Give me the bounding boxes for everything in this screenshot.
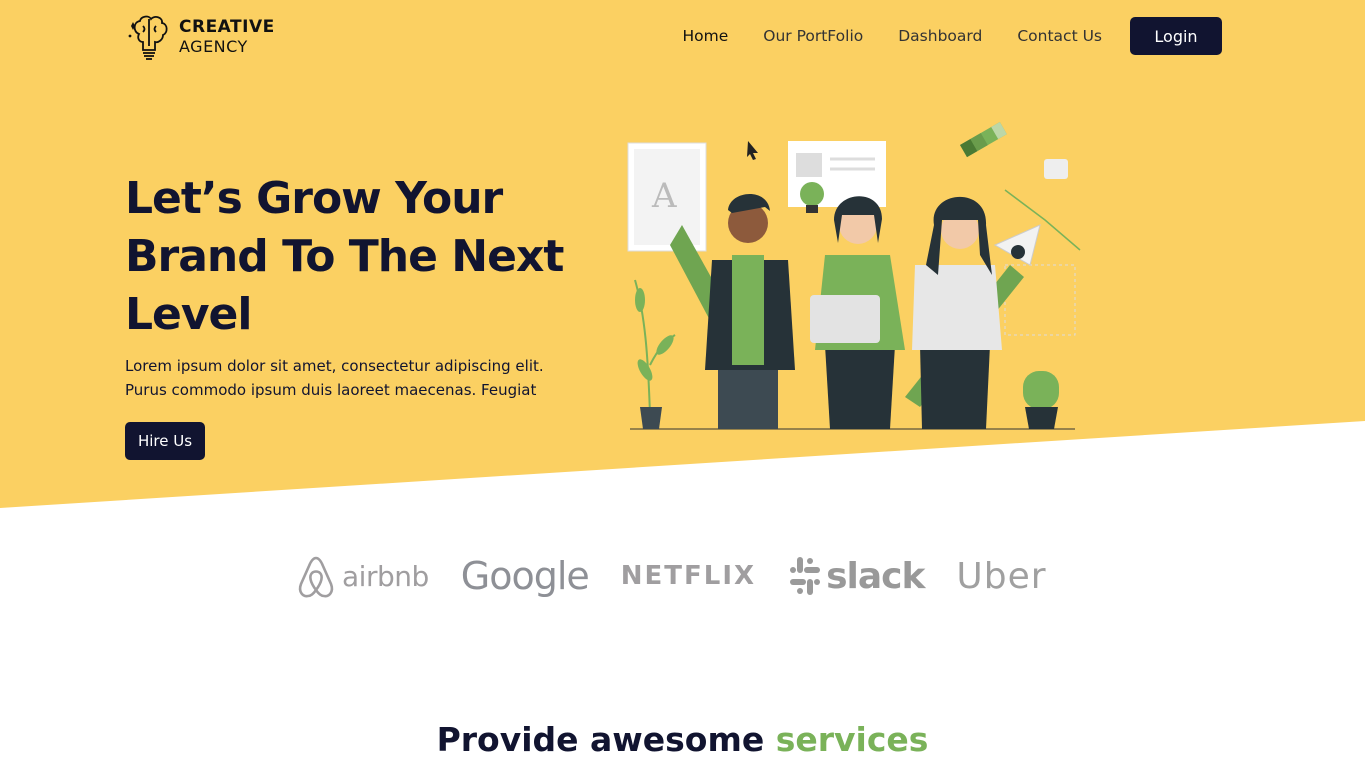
- hero-description: Lorem ipsum dolor sit amet, consectetur …: [125, 357, 544, 399]
- services-heading: Provide awesome services: [0, 720, 1365, 759]
- brand-airbnb-text: airbnb: [342, 559, 429, 593]
- brand-netflix: NETFLIX: [621, 561, 756, 591]
- logo[interactable]: CREATIVE AGENCY: [127, 12, 275, 62]
- brand-slack: slack: [788, 553, 925, 599]
- main-nav: Home Our PortFolio Dashboard Contact Us …: [682, 17, 1222, 55]
- hire-us-button[interactable]: Hire Us: [125, 422, 205, 460]
- color-swatch-icon: [960, 122, 1007, 158]
- thumbs-up-icon: [1044, 159, 1068, 179]
- brand-airbnb: airbnb: [296, 552, 429, 600]
- login-button[interactable]: Login: [1130, 17, 1222, 55]
- nav-contact[interactable]: Contact Us: [1017, 27, 1102, 45]
- nav-dashboard[interactable]: Dashboard: [898, 27, 982, 45]
- airbnb-logo-icon: [298, 556, 334, 598]
- cursor-icon: [747, 141, 758, 160]
- logo-text-agency: AGENCY: [179, 37, 248, 56]
- lightbulb-icon: [800, 182, 824, 206]
- brand-google: Google: [460, 554, 590, 598]
- services-heading-main: Provide awesome: [436, 720, 776, 759]
- brand-slack-text: slack: [826, 555, 925, 597]
- slack-logo-icon: [790, 557, 821, 595]
- brand-uber: Uber: [956, 556, 1046, 597]
- nav-home[interactable]: Home: [682, 27, 728, 45]
- logo-text-creative: CREATIVE: [179, 17, 275, 37]
- hero-illustration: A: [627, 122, 1081, 430]
- hero-title: Let’s Grow Your Brand To The Next Level: [125, 173, 564, 340]
- services-heading-accent: services: [775, 720, 929, 759]
- brand-uber-text: Uber: [956, 555, 1047, 597]
- nav-portfolio[interactable]: Our PortFolio: [763, 27, 863, 45]
- brand-logos: airbnb Google NETFLIX slack Uber: [296, 552, 1047, 600]
- brand-google-text: Google: [460, 554, 590, 598]
- brain-bulb-icon: [128, 15, 168, 60]
- paper-letter: A: [651, 176, 677, 216]
- brand-netflix-text: NETFLIX: [620, 561, 757, 591]
